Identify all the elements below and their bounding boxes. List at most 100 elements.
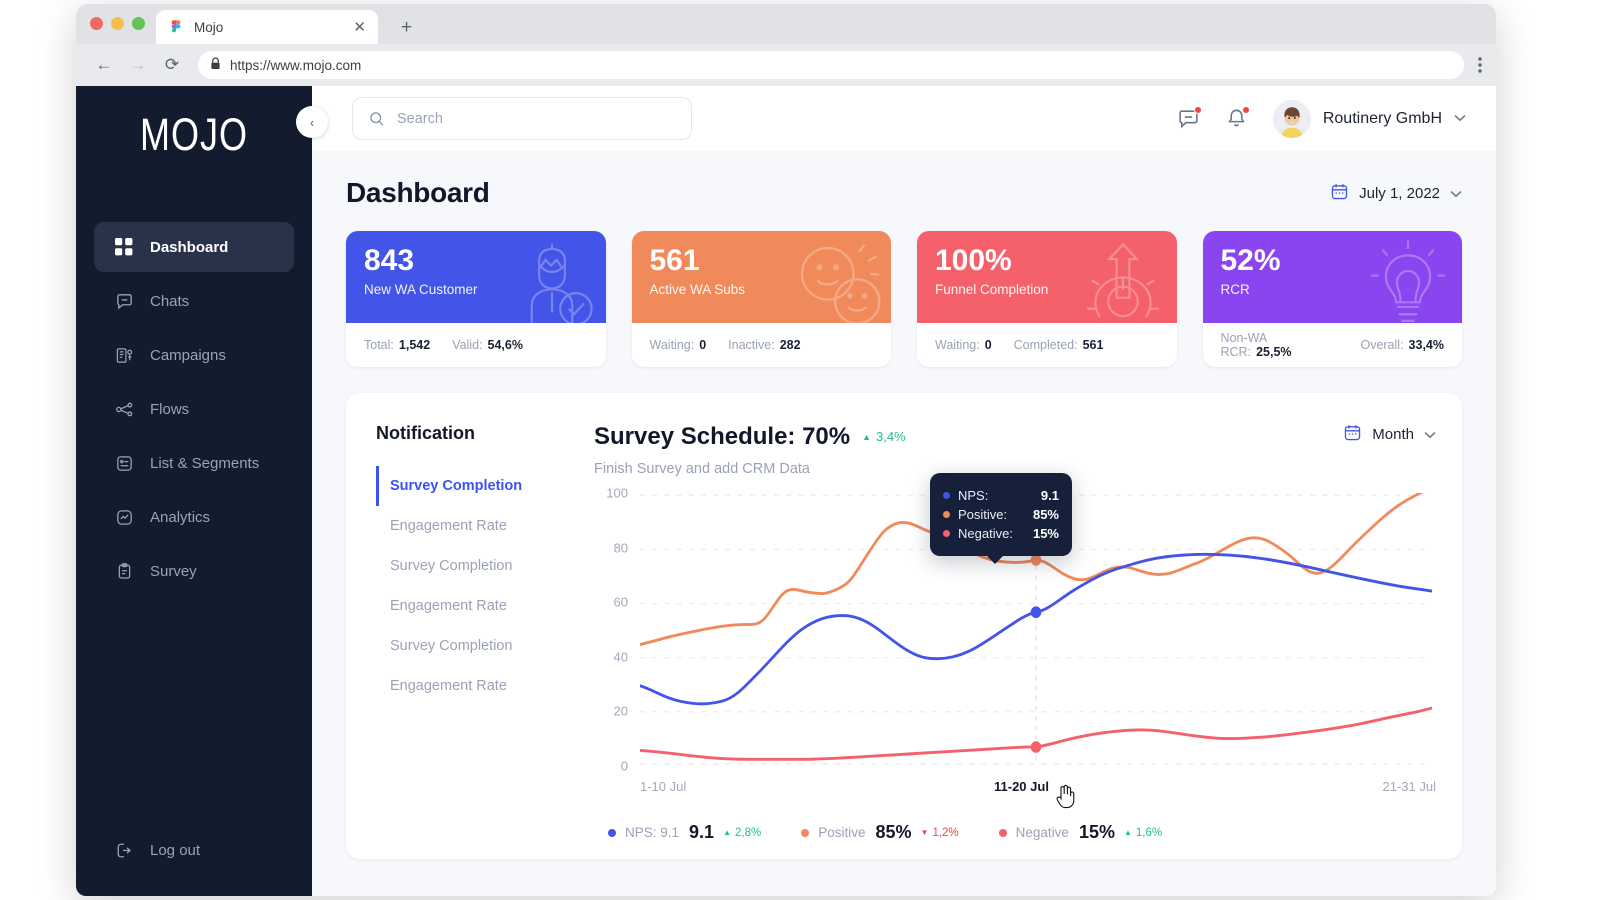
tooltip-value: 9.1: [1041, 488, 1059, 503]
sidebar-item-survey[interactable]: Survey: [94, 546, 294, 596]
message-icon[interactable]: [1177, 107, 1201, 131]
chart-title: Survey Schedule: 70%: [594, 423, 850, 451]
page-header: Dashboard July 1, 2022: [346, 177, 1462, 209]
kpi-card-rcr[interactable]: 52% RCR: [1203, 231, 1463, 367]
sidebar-item-chats[interactable]: Chats: [94, 276, 294, 326]
y-tick-label: 80: [614, 540, 640, 555]
tooltip-label: Positive:: [958, 507, 1007, 522]
series-marker-negative: [1031, 741, 1042, 753]
notification-item[interactable]: Engagement Rate: [376, 666, 584, 706]
date-label: July 1, 2022: [1359, 185, 1440, 202]
sidebar-collapse-button[interactable]: ‹: [296, 106, 328, 138]
sidebar-item-flows[interactable]: Flows: [94, 384, 294, 434]
address-bar[interactable]: https://www.mojo.com: [198, 51, 1464, 79]
sidebar-item-dashboard[interactable]: Dashboard: [94, 222, 294, 272]
logout-button[interactable]: Log out: [76, 840, 312, 860]
tooltip-row-negative: Negative: 15%: [943, 526, 1059, 541]
tooltip-value: 15%: [1033, 526, 1059, 541]
notification-item[interactable]: Engagement Rate: [376, 586, 584, 626]
series-dot-positive: [943, 511, 950, 518]
kpi-card-stats: Non-WA RCR:25,5% Overall:33,4%: [1203, 323, 1463, 367]
sidebar-item-label: Flows: [150, 401, 189, 418]
x-tick-label: 21-31 Jul: [1383, 779, 1436, 794]
search-input[interactable]: [397, 111, 675, 127]
kpi-card-funnel-completion[interactable]: 100% Funnel Completion: [917, 231, 1177, 367]
series-dot-negative: [943, 530, 950, 537]
legend-change: ▼ 1,2%: [921, 827, 959, 839]
notification-item[interactable]: Engagement Rate: [376, 506, 584, 546]
kpi-card-header: 52% RCR: [1203, 231, 1463, 323]
chart-legend: NPS: 9.1 9.1 ▲ 2,8% Positive: [594, 808, 1436, 849]
new-tab-icon[interactable]: +: [401, 17, 412, 39]
tooltip-label: Negative:: [958, 526, 1013, 541]
sidebar: MOJO ‹ Dashboard Chats: [76, 86, 312, 896]
y-tick-label: 60: [614, 595, 640, 610]
chevron-down-icon[interactable]: [1424, 426, 1436, 443]
tooltip-arrow: [986, 555, 1004, 564]
chart-tooltip: NPS: 9.1 Positive: 85%: [930, 473, 1072, 556]
close-tab-icon[interactable]: ✕: [353, 20, 366, 35]
reload-icon[interactable]: ⟳: [158, 51, 186, 79]
legend-name: Negative: [1016, 825, 1069, 840]
smiley-icon: [791, 237, 883, 323]
y-tick-label: 20: [614, 704, 640, 719]
sidebar-item-list-segments[interactable]: List & Segments: [94, 438, 294, 488]
kpi-stat-value: 561: [1083, 338, 1104, 352]
legend-change-value: 2,8%: [735, 827, 761, 839]
x-tick-label-active[interactable]: 11-20 Jul: [994, 779, 1049, 794]
forward-icon[interactable]: →: [124, 51, 152, 79]
screenshot-root: Mojo ✕ + ← → ⟳ https://www.mojo.com: [0, 0, 1600, 900]
window-controls[interactable]: [90, 17, 145, 30]
flow-icon: [114, 399, 134, 419]
notification-item[interactable]: Survey Completion: [376, 466, 584, 506]
kpi-stat-key: Waiting:: [650, 338, 695, 352]
legend-value: 9.1: [689, 822, 714, 843]
search-icon: [369, 111, 385, 127]
kpi-card-active-wa-subs[interactable]: 561 Active WA Subs: [632, 231, 892, 367]
back-icon[interactable]: ←: [90, 51, 118, 79]
kpi-card-stats: Total:1,542 Valid:54,6%: [346, 323, 606, 367]
maximize-window-button[interactable]: [132, 17, 145, 30]
sidebar-item-campaigns[interactable]: Campaigns: [94, 330, 294, 380]
legend-item-positive[interactable]: Positive 85% ▼ 1,2%: [801, 822, 958, 843]
date-picker[interactable]: July 1, 2022: [1330, 182, 1462, 205]
chart-range-selector[interactable]: Month: [1343, 423, 1436, 446]
bell-icon[interactable]: [1225, 107, 1249, 131]
kpi-stat-value: 282: [780, 338, 801, 352]
notification-item[interactable]: Survey Completion: [376, 546, 584, 586]
kpi-card-new-wa-customer[interactable]: 843 New WA Customer: [346, 231, 606, 367]
kpi-stat-value: 54,6%: [488, 338, 523, 352]
chart-plot-area: 100 80 60 40 20 0: [594, 487, 1436, 808]
chevron-down-icon[interactable]: [1450, 185, 1462, 202]
x-tick-label: 1-10 Jul: [640, 779, 686, 794]
sidebar-item-label: Dashboard: [150, 239, 228, 256]
kpi-stat-key: Inactive:: [728, 338, 775, 352]
arrow-gear-icon: [1077, 237, 1169, 323]
close-window-button[interactable]: [90, 17, 103, 30]
triangle-up-icon: ▲: [862, 432, 871, 442]
kpi-stat-key: Total:: [364, 338, 394, 352]
kpi-stat-value: 0: [699, 338, 706, 352]
user-menu[interactable]: Routinery GmbH: [1273, 100, 1466, 138]
sidebar-item-analytics[interactable]: Analytics: [94, 492, 294, 542]
sidebar-item-label: Survey: [150, 563, 197, 580]
legend-value: 15%: [1079, 822, 1115, 843]
browser-tab[interactable]: Mojo ✕: [156, 10, 378, 44]
legend-item-negative[interactable]: Negative 15% ▲ 1,6%: [999, 822, 1162, 843]
page-title: Dashboard: [346, 177, 490, 209]
browser-window: Mojo ✕ + ← → ⟳ https://www.mojo.com: [76, 4, 1496, 896]
kpi-stat-value: 33,4%: [1409, 338, 1444, 352]
url-text: https://www.mojo.com: [230, 58, 361, 73]
legend-dot-nps: [608, 829, 616, 837]
sidebar-item-label: Campaigns: [150, 347, 226, 364]
search-box[interactable]: [352, 97, 692, 140]
kpi-stat-key: Completed:: [1014, 338, 1078, 352]
browser-menu-icon[interactable]: [1478, 57, 1482, 73]
kpi-card-header: 100% Funnel Completion: [917, 231, 1177, 323]
chevron-down-icon[interactable]: [1454, 113, 1466, 125]
legend-item-nps[interactable]: NPS: 9.1 9.1 ▲ 2,8%: [608, 822, 761, 843]
main-area: Routinery GmbH Dashboard: [312, 86, 1496, 896]
notification-item[interactable]: Survey Completion: [376, 626, 584, 666]
campaign-icon: [114, 345, 134, 365]
minimize-window-button[interactable]: [111, 17, 124, 30]
